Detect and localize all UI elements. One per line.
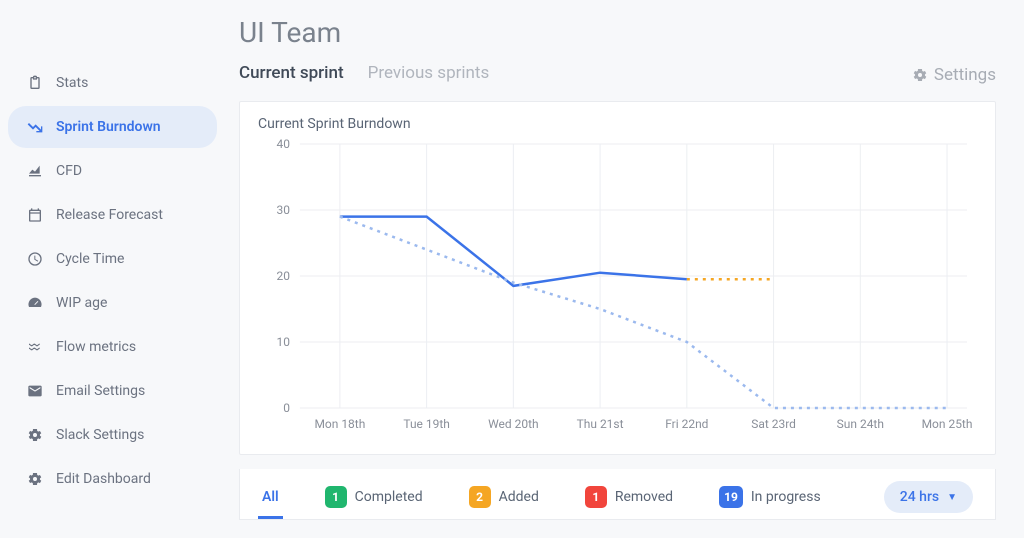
settings-label: Settings xyxy=(934,65,996,85)
gauge-icon xyxy=(26,294,44,312)
sidebar-item-stats[interactable]: Stats xyxy=(8,62,217,104)
filter-all[interactable]: All xyxy=(262,489,279,505)
page-title: UI Team xyxy=(239,16,996,49)
svg-text:40: 40 xyxy=(276,137,290,151)
sidebar-item-sprint-burndown[interactable]: Sprint Burndown xyxy=(8,106,217,148)
main-content: UI Team Current sprint Previous sprints … xyxy=(225,0,1024,538)
sidebar-item-cfd[interactable]: CFD xyxy=(8,150,217,192)
sidebar-item-label: Cycle Time xyxy=(56,251,124,267)
sidebar-item-label: WIP age xyxy=(56,295,107,311)
filter-label: In progress xyxy=(751,489,821,505)
time-range-label: 24 hrs xyxy=(900,489,939,505)
gear-icon xyxy=(26,470,44,488)
sidebar-item-wip-age[interactable]: WIP age xyxy=(8,282,217,324)
filter-count-badge: 2 xyxy=(469,486,491,508)
svg-text:Wed 20th: Wed 20th xyxy=(488,417,538,431)
sidebar-item-label: Release Forecast xyxy=(56,207,163,223)
time-range-dropdown[interactable]: 24 hrs ▼ xyxy=(884,481,973,513)
filter-label: All xyxy=(262,489,279,505)
svg-text:Fri 22nd: Fri 22nd xyxy=(665,417,708,431)
filter-count-badge: 1 xyxy=(585,486,607,508)
gear-icon xyxy=(26,426,44,444)
trending-down-icon xyxy=(26,118,44,136)
sidebar-item-label: Email Settings xyxy=(56,383,145,399)
filter-bar: All 1 Completed 2 Added 1 Removed 19 In … xyxy=(239,469,996,520)
filter-in-progress[interactable]: 19 In progress xyxy=(719,486,821,508)
filter-label: Removed xyxy=(615,489,673,505)
svg-text:Mon 18th: Mon 18th xyxy=(314,417,365,431)
sidebar: Stats Sprint Burndown CFD Release Foreca… xyxy=(0,0,225,538)
svg-text:30: 30 xyxy=(276,203,290,217)
sidebar-item-label: Flow metrics xyxy=(56,339,136,355)
sidebar-item-label: Edit Dashboard xyxy=(56,471,151,487)
mail-icon xyxy=(26,382,44,400)
sidebar-item-release-forecast[interactable]: Release Forecast xyxy=(8,194,217,236)
filter-count-badge: 19 xyxy=(719,486,743,508)
sidebar-item-edit-dashboard[interactable]: Edit Dashboard xyxy=(8,458,217,500)
waves-icon xyxy=(26,338,44,356)
clock-icon xyxy=(26,250,44,268)
chevron-down-icon: ▼ xyxy=(947,492,957,503)
sidebar-item-label: Slack Settings xyxy=(56,427,144,443)
sidebar-item-label: Stats xyxy=(56,75,88,91)
chart-title: Current Sprint Burndown xyxy=(258,116,977,132)
burndown-chart: 0 10 20 30 40 Mon 18th Tue 19th Wed 20th Thu 21s… xyxy=(258,136,977,436)
gear-icon xyxy=(912,67,928,83)
calendar-icon xyxy=(26,206,44,224)
sidebar-item-slack-settings[interactable]: Slack Settings xyxy=(8,414,217,456)
svg-text:Sun 24th: Sun 24th xyxy=(837,417,884,431)
filter-removed[interactable]: 1 Removed xyxy=(585,486,673,508)
svg-text:20: 20 xyxy=(276,269,290,283)
burndown-card: Current Sprint Burndown 0 10 20 30 40 Mon 18t… xyxy=(239,101,996,455)
svg-text:0: 0 xyxy=(283,401,290,415)
area-chart-icon xyxy=(26,162,44,180)
filter-completed[interactable]: 1 Completed xyxy=(325,486,423,508)
svg-text:Tue 19th: Tue 19th xyxy=(403,417,449,431)
filter-label: Completed xyxy=(355,489,423,505)
settings-button[interactable]: Settings xyxy=(912,65,996,85)
sidebar-item-label: CFD xyxy=(56,163,82,179)
sidebar-item-cycle-time[interactable]: Cycle Time xyxy=(8,238,217,280)
tab-previous-sprints[interactable]: Previous sprints xyxy=(368,63,490,87)
filter-count-badge: 1 xyxy=(325,486,347,508)
sidebar-item-label: Sprint Burndown xyxy=(56,119,161,135)
svg-text:Sat 23rd: Sat 23rd xyxy=(751,417,796,431)
svg-text:Mon 25th: Mon 25th xyxy=(922,417,973,431)
tab-current-sprint[interactable]: Current sprint xyxy=(239,63,344,87)
filter-added[interactable]: 2 Added xyxy=(469,486,539,508)
clipboard-icon xyxy=(26,74,44,92)
svg-text:10: 10 xyxy=(276,335,290,349)
svg-text:Thu 21st: Thu 21st xyxy=(577,417,624,431)
tab-bar: Current sprint Previous sprints Settings xyxy=(239,63,996,87)
sidebar-item-flow-metrics[interactable]: Flow metrics xyxy=(8,326,217,368)
sidebar-item-email-settings[interactable]: Email Settings xyxy=(8,370,217,412)
filter-label: Added xyxy=(499,489,539,505)
